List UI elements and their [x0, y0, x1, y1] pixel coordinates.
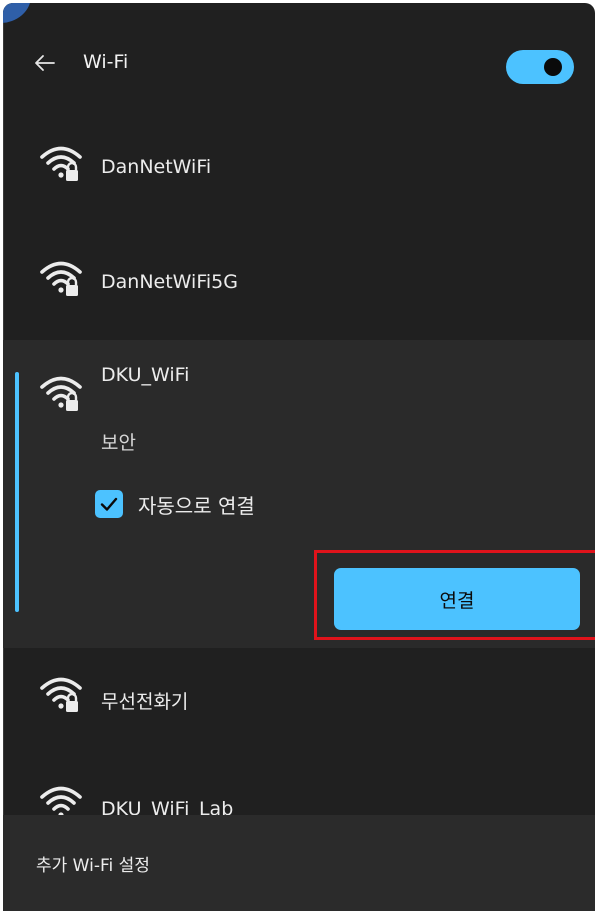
wifi-secure-icon — [40, 146, 82, 181]
network-item[interactable]: DanNetWiFi — [3, 128, 595, 223]
page-title: Wi-Fi — [83, 51, 129, 73]
wifi-secure-icon — [40, 677, 82, 712]
wifi-secure-icon — [40, 786, 82, 815]
network-name: DanNetWiFi5G — [101, 271, 238, 293]
back-button[interactable] — [33, 51, 57, 75]
connect-button[interactable]: 연결 — [334, 568, 580, 630]
wifi-toggle[interactable] — [506, 50, 574, 84]
checkmark-icon — [100, 497, 118, 511]
wifi-flyout-panel: Wi-Fi DanNetWiFi DanNetWiFi5G DKU_WiFi 보… — [3, 3, 595, 911]
network-name: DKU_WiFi_Lab — [101, 798, 234, 815]
wifi-secure-icon — [40, 261, 82, 296]
wifi-secure-icon — [40, 376, 82, 411]
more-wifi-settings-link[interactable]: 추가 Wi-Fi 설정 — [36, 851, 150, 876]
auto-connect-label: 자동으로 연결 — [138, 494, 255, 518]
network-name: 무선전화기 — [101, 691, 189, 713]
flyout-footer: 추가 Wi-Fi 설정 — [3, 815, 595, 911]
back-arrow-icon — [35, 55, 55, 71]
wifi-header: Wi-Fi — [3, 3, 595, 123]
network-item[interactable]: 무선전화기 — [3, 653, 595, 748]
network-name: DKU_WiFi — [101, 364, 190, 386]
network-item[interactable]: DKU_WiFi_Lab — [3, 768, 595, 815]
network-item[interactable]: DanNetWiFi5G — [3, 243, 595, 338]
selection-indicator — [15, 372, 19, 612]
toggle-knob — [544, 58, 562, 76]
network-status: 보안 — [101, 432, 136, 454]
network-name: DanNetWiFi — [101, 156, 212, 178]
auto-connect-checkbox[interactable] — [95, 490, 123, 518]
